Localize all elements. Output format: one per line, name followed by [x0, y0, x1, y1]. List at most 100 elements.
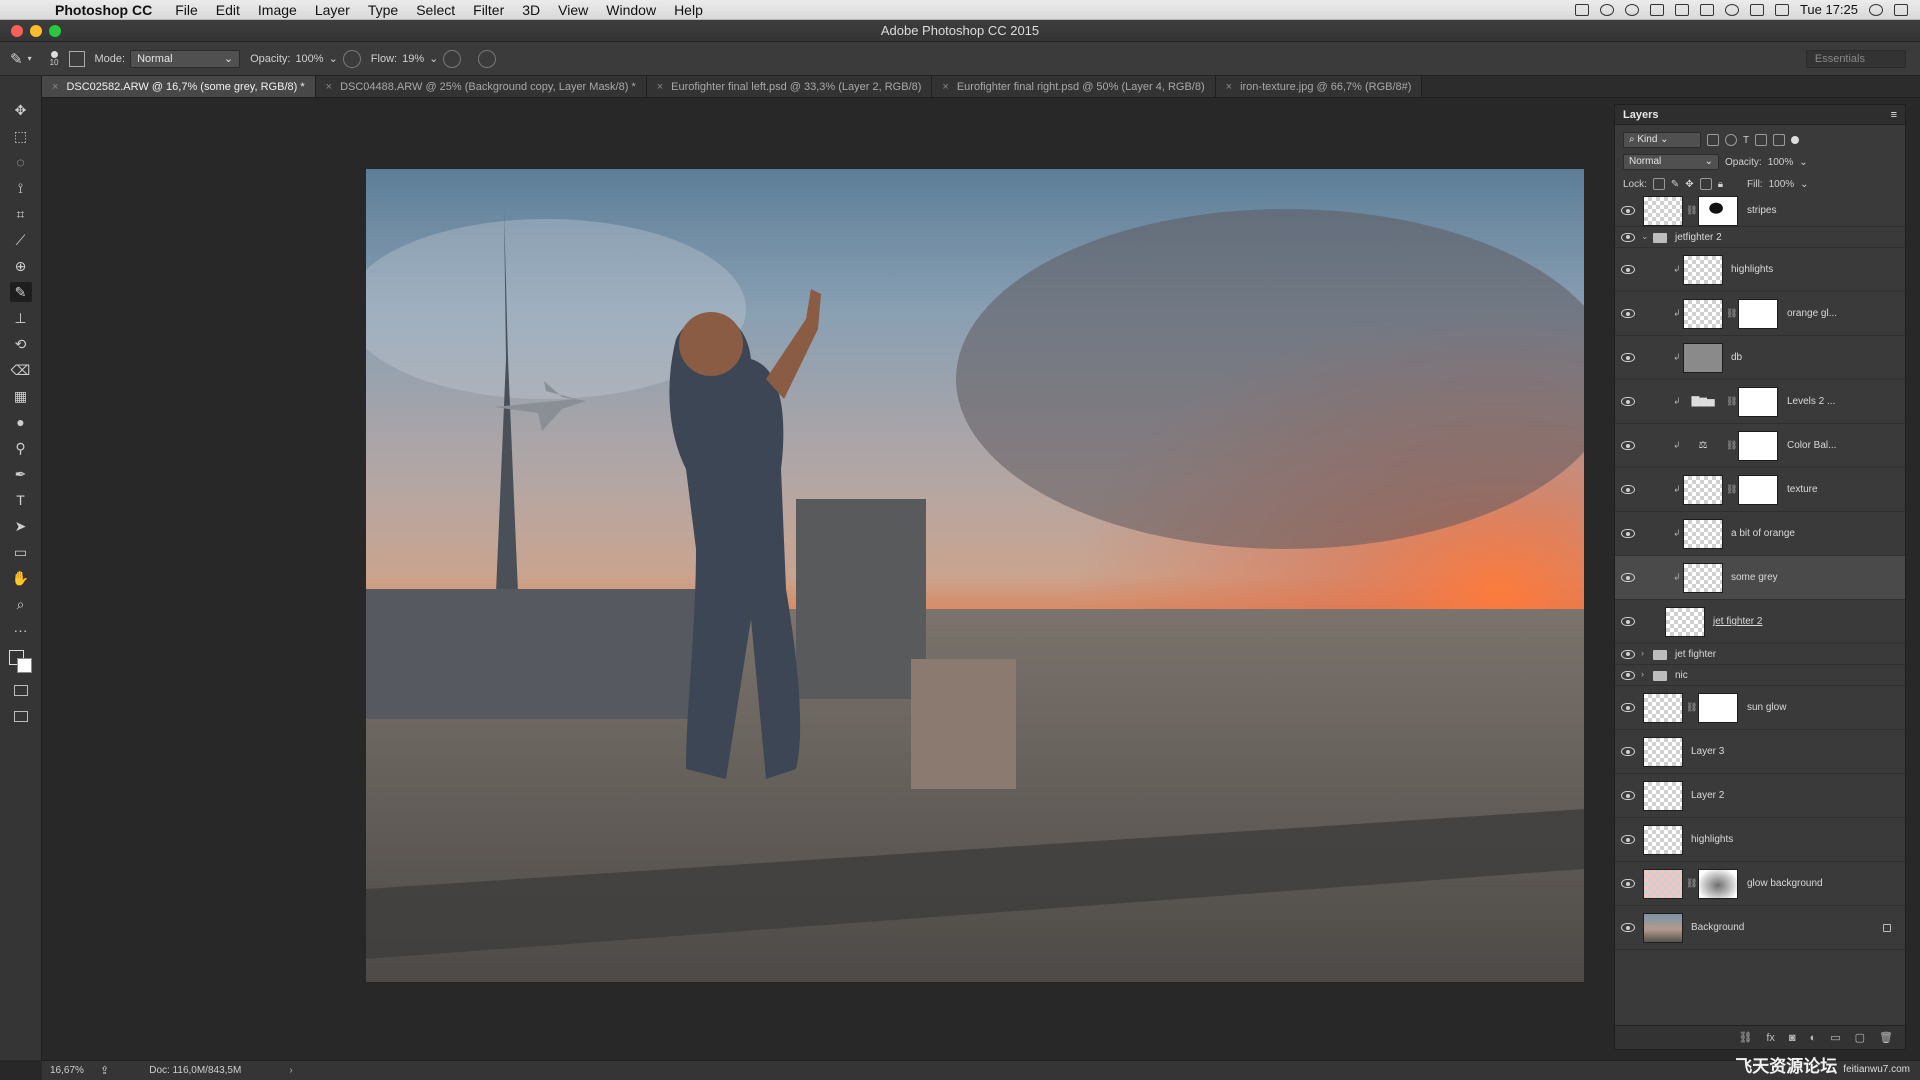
layer-thumbnail[interactable] — [1665, 607, 1705, 637]
trash-icon[interactable]: 🗑 — [1879, 1031, 1893, 1044]
layer-thumbnail[interactable] — [1643, 196, 1683, 226]
menu-edit[interactable]: Edit — [207, 0, 249, 20]
layer-mask-thumbnail[interactable] — [1698, 869, 1738, 899]
lock-pixels-icon[interactable]: ✎ — [1671, 179, 1679, 190]
mask-link-icon[interactable]: ⛓ — [1726, 396, 1737, 407]
visibility-eye-icon[interactable] — [1621, 703, 1635, 712]
wifi-icon[interactable] — [1724, 3, 1739, 16]
menu-app-name[interactable]: Photoshop CC — [46, 0, 166, 20]
dropbox-icon[interactable] — [1674, 3, 1689, 16]
layer-opacity-value[interactable]: 100% — [1768, 157, 1794, 168]
layer-name[interactable]: stripes — [1747, 205, 1776, 216]
workspace-switcher[interactable]: Essentials — [1805, 49, 1906, 68]
brush-tool[interactable]: ✎ — [9, 282, 32, 302]
document-tab[interactable]: × DSC04488.ARW @ 25% (Background copy, La… — [315, 76, 647, 97]
layer-name[interactable]: Layer 3 — [1691, 746, 1724, 757]
move-tool[interactable]: ✥ — [10, 100, 32, 120]
visibility-eye-icon[interactable] — [1621, 206, 1635, 215]
share-icon[interactable]: ⇪ — [100, 1064, 109, 1077]
visibility-eye-icon[interactable] — [1621, 397, 1635, 406]
filter-smart-object-icon[interactable] — [1773, 134, 1786, 146]
volume-icon[interactable] — [1774, 3, 1789, 16]
type-tool[interactable]: T — [10, 490, 32, 510]
opacity-value[interactable]: 100% — [295, 53, 323, 65]
zoom-level[interactable]: 16,67% — [42, 1065, 84, 1076]
layer-mask-thumbnail[interactable] — [1698, 196, 1738, 226]
dodge-tool[interactable]: ⚲ — [10, 438, 32, 458]
visibility-eye-icon[interactable] — [1621, 670, 1635, 680]
layer-row[interactable]: ↲ a bit of orange — [1615, 512, 1905, 556]
new-layer-icon[interactable]: ▢ — [1855, 1031, 1865, 1044]
eyedropper-tool[interactable]: ⟋ — [10, 230, 32, 250]
document-canvas[interactable] — [366, 169, 1584, 982]
menu-file[interactable]: File — [166, 0, 207, 20]
layer-row[interactable]: jet fighter 2 — [1615, 600, 1905, 644]
layer-thumbnail[interactable] — [1643, 913, 1683, 943]
layer-thumbnail[interactable] — [1683, 299, 1723, 329]
color-swatches[interactable] — [8, 650, 33, 674]
eraser-tool[interactable]: ⌫ — [10, 360, 32, 380]
layer-mask-thumbnail[interactable] — [1738, 475, 1778, 505]
layer-name[interactable]: sun glow — [1747, 702, 1786, 713]
menubar-clock[interactable]: Tue 17:25 — [1800, 2, 1858, 17]
layer-name[interactable]: Levels 2 ... — [1787, 396, 1835, 407]
lock-position-icon[interactable]: ✥ — [1685, 179, 1693, 190]
visibility-eye-icon[interactable] — [1621, 573, 1635, 582]
layer-row[interactable]: ⛓ glow background — [1615, 862, 1905, 906]
notification-center-icon[interactable] — [1894, 3, 1908, 16]
layer-thumbnail[interactable]: ▇▆▅ — [1683, 387, 1723, 417]
fill-value[interactable]: 100% — [1769, 179, 1795, 190]
layer-name[interactable]: jet fighter — [1675, 649, 1716, 660]
pressure-opacity-icon[interactable] — [342, 49, 361, 68]
layer-row[interactable]: › nic — [1615, 665, 1905, 686]
mask-link-icon[interactable]: ⛓ — [1726, 484, 1737, 495]
mask-link-icon[interactable]: ⛓ — [1686, 878, 1697, 889]
menu-type[interactable]: Type — [359, 0, 407, 20]
layer-row[interactable]: highlights — [1615, 818, 1905, 862]
globe-icon[interactable] — [1624, 3, 1639, 16]
layer-thumbnail[interactable]: ⚖ — [1683, 431, 1723, 461]
menu-select[interactable]: Select — [407, 0, 464, 20]
layer-row[interactable]: Layer 3 — [1615, 730, 1905, 774]
menu-view[interactable]: View — [549, 0, 597, 20]
screen-mode-icon[interactable] — [10, 706, 32, 726]
quick-mask-icon[interactable] — [10, 680, 32, 700]
layer-row[interactable]: ↲ some grey — [1615, 556, 1905, 600]
notification-icon[interactable] — [1649, 3, 1664, 16]
panel-menu-icon[interactable]: ≡ — [1891, 109, 1897, 121]
document-tab[interactable]: × DSC02582.ARW @ 16,7% (some grey, RGB/8)… — [42, 76, 316, 97]
visibility-eye-icon[interactable] — [1621, 747, 1635, 756]
minimize-window-button[interactable] — [30, 25, 42, 37]
visibility-eye-icon[interactable] — [1621, 879, 1635, 888]
visibility-eye-icon[interactable] — [1621, 265, 1635, 274]
path-select-tool[interactable]: ➤ — [10, 516, 32, 536]
zoom-tool[interactable]: ⌕ — [10, 594, 32, 614]
layer-mask-thumbnail[interactable] — [1698, 693, 1738, 723]
chevron-down-icon[interactable]: ⌄ — [1800, 179, 1808, 190]
layer-name[interactable]: highlights — [1731, 264, 1773, 275]
mask-link-icon[interactable]: ⛓ — [1726, 308, 1737, 319]
close-tab-icon[interactable]: × — [326, 81, 332, 93]
layer-name[interactable]: nic — [1675, 670, 1688, 681]
layer-thumbnail[interactable] — [1643, 693, 1683, 723]
close-tab-icon[interactable]: × — [52, 81, 58, 93]
group-collapsed-caret-icon[interactable]: › — [1641, 669, 1644, 679]
shape-tool[interactable]: ▭ — [10, 542, 32, 562]
layer-name[interactable]: Background — [1691, 922, 1744, 933]
pen-tool[interactable]: ✒ — [10, 464, 32, 484]
layer-thumbnail[interactable] — [1643, 825, 1683, 855]
visibility-eye-icon[interactable] — [1621, 529, 1635, 538]
layer-row[interactable]: Layer 2 — [1615, 774, 1905, 818]
layer-thumbnail[interactable] — [1643, 781, 1683, 811]
link-icon[interactable]: ⛓ — [1738, 1031, 1752, 1044]
layer-name[interactable]: texture — [1787, 484, 1818, 495]
visibility-eye-icon[interactable] — [1621, 835, 1635, 844]
healing-tool[interactable]: ⊕ — [10, 256, 32, 276]
chevron-down-icon[interactable]: ⌄ — [329, 52, 338, 65]
layer-mask-thumbnail[interactable] — [1738, 299, 1778, 329]
layer-row[interactable]: ↲ ⚖ ⛓ Color Bal... — [1615, 424, 1905, 468]
layer-name[interactable]: orange gl... — [1787, 308, 1837, 319]
layer-mask-thumbnail[interactable] — [1738, 387, 1778, 417]
airbrush-icon[interactable] — [443, 49, 462, 68]
layer-thumbnail[interactable] — [1683, 255, 1723, 285]
